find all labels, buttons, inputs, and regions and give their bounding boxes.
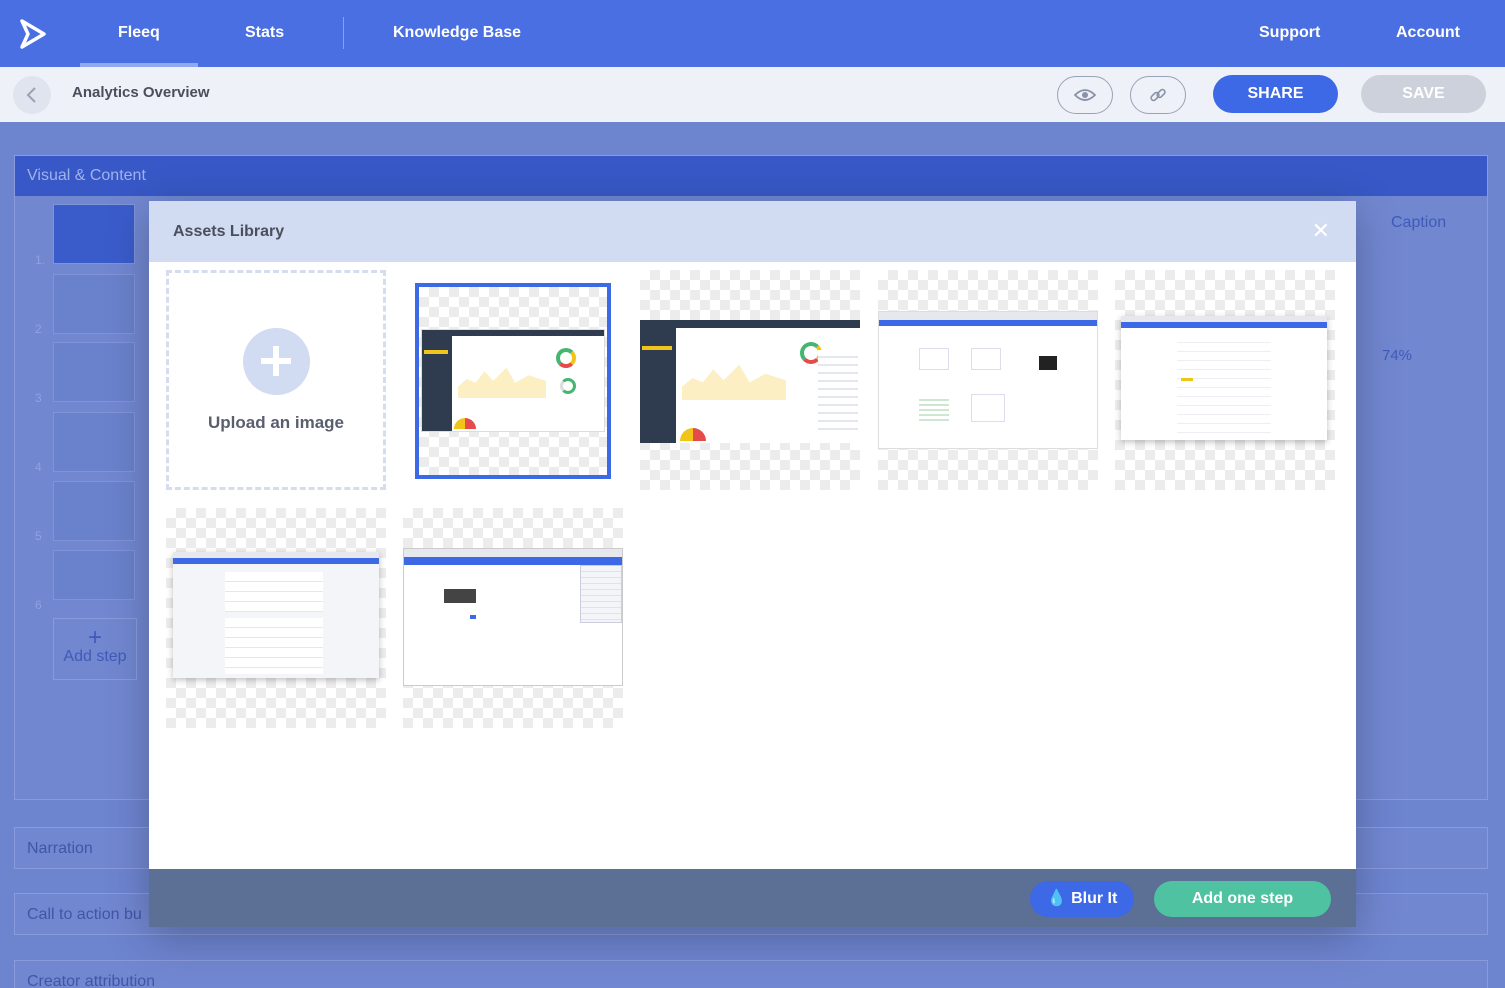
app-screenshot bbox=[403, 548, 623, 686]
copy-link-button[interactable] bbox=[1130, 76, 1186, 114]
step-number: 2 bbox=[35, 322, 42, 336]
step-number: 1. bbox=[35, 253, 46, 267]
page-header: Analytics Overview SHARE SAVE bbox=[0, 67, 1505, 122]
drop-icon: 💧 bbox=[1046, 890, 1067, 907]
settings-screenshot bbox=[1121, 316, 1327, 440]
add-step-label: Add step bbox=[63, 648, 127, 665]
blur-it-button[interactable]: 💧 Blur It bbox=[1030, 881, 1134, 917]
dashboard-screenshot bbox=[421, 329, 605, 432]
asset-thumbnail-selected[interactable] bbox=[415, 283, 611, 479]
save-button[interactable]: SAVE bbox=[1361, 75, 1486, 113]
upload-image-tile[interactable]: Upload an image bbox=[166, 270, 386, 490]
dashboard-screenshot bbox=[640, 320, 860, 443]
link-icon bbox=[1150, 88, 1166, 102]
step-number: 5 bbox=[35, 529, 42, 543]
blur-it-label: Blur It bbox=[1071, 890, 1118, 907]
step-thumbnail[interactable] bbox=[53, 342, 135, 402]
step-number: 3 bbox=[35, 391, 42, 405]
creator-attribution-section[interactable]: Creator attribution bbox=[14, 960, 1488, 988]
step-thumbnail[interactable] bbox=[53, 481, 135, 541]
asset-thumbnail[interactable] bbox=[640, 270, 860, 490]
settings-screenshot bbox=[173, 552, 379, 678]
add-step-button[interactable]: + Add step bbox=[53, 618, 137, 680]
step-number: 6 bbox=[35, 598, 42, 612]
nav-support[interactable]: Support bbox=[1259, 0, 1320, 67]
chevron-left-icon bbox=[26, 87, 36, 103]
panel-title: Visual & Content bbox=[15, 156, 1487, 196]
browser-screenshot bbox=[878, 311, 1098, 449]
asset-thumbnail[interactable] bbox=[1115, 270, 1335, 490]
upload-label: Upload an image bbox=[207, 412, 345, 432]
top-nav: Fleeq Stats Knowledge Base Support Accou… bbox=[0, 0, 1505, 67]
eye-icon bbox=[1074, 89, 1096, 101]
step-number: 4 bbox=[35, 460, 42, 474]
modal-header: Assets Library ✕ bbox=[149, 201, 1356, 262]
back-button[interactable] bbox=[13, 76, 51, 114]
assets-library-modal: Assets Library ✕ Upload an image 💧 Blur … bbox=[149, 201, 1356, 927]
plus-icon bbox=[242, 327, 310, 395]
zoom-value: 74% bbox=[1381, 347, 1413, 364]
caption-tab[interactable]: Caption bbox=[1391, 214, 1446, 232]
modal-footer: 💧 Blur It Add one step bbox=[149, 869, 1356, 927]
nav-divider bbox=[343, 17, 344, 49]
close-icon[interactable]: ✕ bbox=[1312, 220, 1330, 242]
step-thumbnail[interactable] bbox=[53, 550, 135, 600]
asset-thumbnail[interactable] bbox=[166, 508, 386, 728]
step-thumbnail[interactable] bbox=[53, 274, 135, 334]
nav-account[interactable]: Account bbox=[1396, 0, 1460, 67]
share-button[interactable]: SHARE bbox=[1213, 75, 1338, 113]
preview-button[interactable] bbox=[1057, 76, 1113, 114]
step-thumbnail[interactable] bbox=[53, 204, 135, 264]
fleeq-logo-icon[interactable] bbox=[18, 18, 48, 50]
add-one-step-button[interactable]: Add one step bbox=[1154, 881, 1331, 917]
nav-fleeq[interactable]: Fleeq bbox=[80, 0, 198, 67]
nav-stats[interactable]: Stats bbox=[245, 0, 284, 67]
asset-thumbnail[interactable] bbox=[403, 508, 623, 728]
page-title: Analytics Overview bbox=[72, 84, 210, 101]
nav-knowledge-base[interactable]: Knowledge Base bbox=[393, 0, 521, 67]
step-thumbnail[interactable] bbox=[53, 412, 135, 472]
modal-title: Assets Library bbox=[173, 223, 285, 240]
asset-thumbnail[interactable] bbox=[878, 270, 1098, 490]
plus-icon: + bbox=[87, 624, 102, 651]
